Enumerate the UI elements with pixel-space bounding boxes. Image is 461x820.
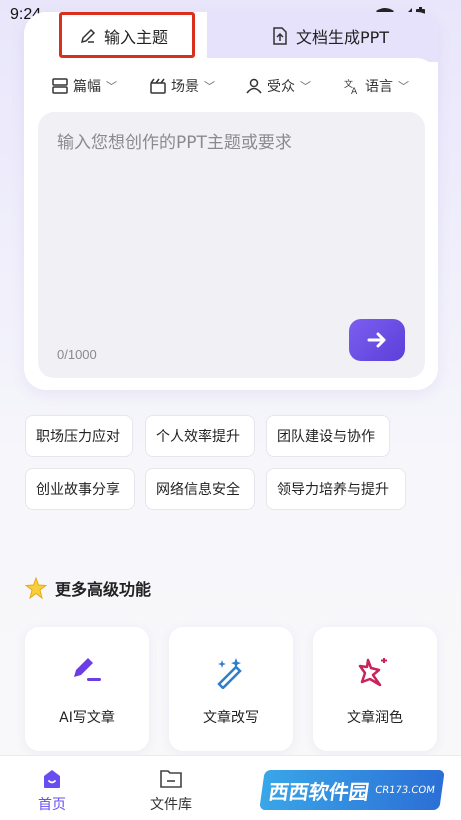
suggestion-chip[interactable]: 职场压力应对 — [25, 415, 133, 457]
star-icon — [25, 577, 47, 599]
suggestion-chip[interactable]: 团队建设与协作 — [266, 415, 390, 457]
chevron-down-icon: ﹀ — [398, 80, 409, 93]
pen-write-icon — [74, 658, 101, 681]
feature-polish[interactable]: 文章润色 — [313, 627, 437, 751]
arrow-right-icon — [367, 332, 386, 348]
suggestion-chip[interactable]: 领导力培养与提升 — [266, 468, 406, 510]
option-scene[interactable]: 场景 ﹀ — [150, 76, 215, 96]
watermark-sub: CR173.COM — [374, 784, 436, 796]
watermark-text: 西西软件园 — [267, 779, 371, 804]
feature-icon-wrap — [358, 655, 392, 693]
nav-files-label: 文件库 — [150, 797, 192, 813]
suggestion-label: 领导力培养与提升 — [277, 482, 389, 498]
suggestion-label: 网络信息安全 — [156, 482, 240, 498]
chevron-down-icon: ﹀ — [204, 80, 215, 93]
feature-rewrite[interactable]: 文章改写 — [169, 627, 293, 751]
suggestion-chip[interactable]: 创业故事分享 — [25, 468, 135, 510]
suggestion-chip[interactable]: 网络信息安全 — [145, 468, 255, 510]
section-title-label: 更多高级功能 — [55, 580, 152, 599]
suggestion-label: 创业故事分享 — [36, 482, 120, 498]
home-icon — [44, 770, 60, 788]
suggestion-label: 团队建设与协作 — [277, 429, 375, 445]
magic-wand-icon — [217, 658, 242, 690]
suggestion-label: 个人效率提升 — [156, 429, 240, 445]
feature-label: 文章润色 — [347, 710, 403, 726]
tab-selection-highlight — [59, 12, 195, 58]
suggestion-label: 职场压力应对 — [36, 429, 120, 445]
option-audience[interactable]: 受众 ﹀ — [246, 76, 311, 96]
nav-files[interactable]: 文件库 — [150, 768, 192, 814]
char-counter: 0/1000 — [57, 347, 97, 362]
suggestion-chip[interactable]: 个人效率提升 — [145, 415, 255, 457]
feature-label: 文章改写 — [203, 710, 259, 726]
nav-home[interactable]: 首页 — [38, 768, 66, 814]
folder-icon — [160, 770, 182, 788]
section-title: 更多高级功能 — [25, 576, 151, 600]
feature-icon-wrap — [70, 655, 104, 689]
scene-icon — [150, 78, 166, 94]
chevron-down-icon: ﹀ — [106, 80, 117, 93]
chevron-down-icon: ﹀ — [300, 80, 311, 93]
topic-input-placeholder: 输入您想创作的PPT主题或要求 — [57, 133, 292, 153]
option-scene-label: 场景 — [171, 79, 199, 95]
sparkle-icon — [358, 658, 387, 687]
option-length[interactable]: 篇幅 ﹀ — [52, 76, 117, 96]
nav-home-label: 首页 — [38, 797, 66, 813]
watermark-logo: 西西软件园 CR173.COM — [259, 770, 445, 810]
option-language-label: 语言 — [365, 79, 393, 95]
audience-icon — [246, 78, 262, 94]
option-language[interactable]: 文A 语言 ﹀ — [344, 76, 409, 96]
feature-ai-write[interactable]: AI写文章 — [25, 627, 149, 751]
tab-doc-label: 文档生成PPT — [296, 28, 390, 47]
svg-text:A: A — [351, 87, 358, 94]
option-length-label: 篇幅 — [73, 79, 101, 95]
feature-icon-wrap — [214, 655, 248, 693]
language-icon: 文A — [344, 78, 358, 94]
tab-doc-to-ppt[interactable]: 文档生成PPT — [272, 24, 389, 48]
upload-doc-icon — [273, 27, 287, 45]
generate-button[interactable] — [349, 319, 405, 361]
option-audience-label: 受众 — [267, 79, 295, 95]
feature-label: AI写文章 — [59, 710, 115, 726]
layout-icon — [52, 78, 68, 94]
